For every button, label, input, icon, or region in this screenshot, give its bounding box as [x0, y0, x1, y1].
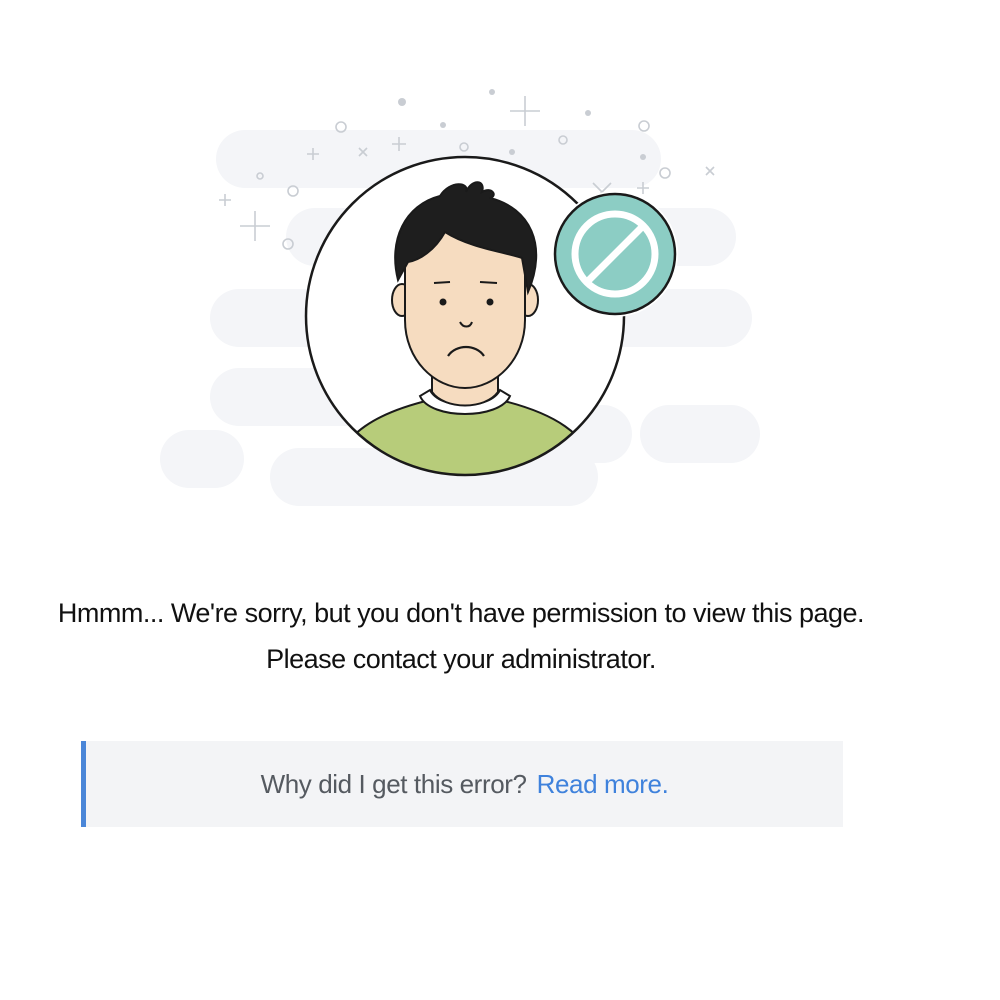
contact-admin-text: Please contact your administrator.	[266, 644, 656, 674]
access-denied-illustration	[160, 89, 760, 506]
access-denied-page: Hmmm... We're sorry, but you don't have …	[0, 0, 1000, 1000]
prohibited-icon	[552, 191, 678, 317]
help-question: Why did I get this error?	[260, 768, 527, 799]
error-help-box: Why did I get this error? Read more.	[81, 741, 843, 827]
error-message: Hmmm... We're sorry, but you don't have …	[0, 590, 922, 682]
permission-error-text: Hmmm... We're sorry, but you don't have …	[57, 598, 865, 628]
read-more-link[interactable]: Read more.	[537, 769, 669, 800]
